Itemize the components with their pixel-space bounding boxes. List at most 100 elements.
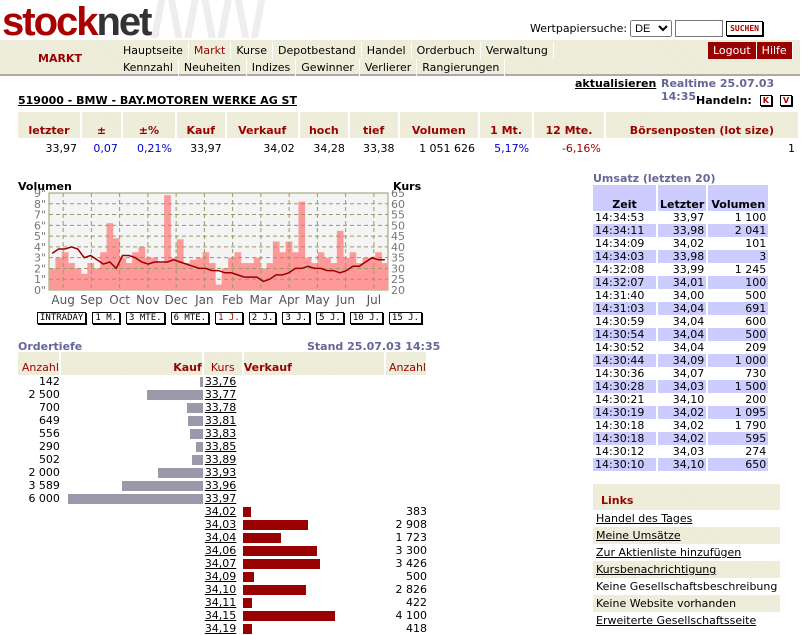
nav-item-indizes[interactable]: Indizes <box>247 59 297 76</box>
timeframe-6-mte[interactable]: 6 MTE. <box>170 312 210 324</box>
ask-price-link[interactable]: 34,19 <box>203 622 243 635</box>
ask-qty: 500 <box>406 570 427 583</box>
volume-bar <box>125 263 133 290</box>
ask-price-link[interactable]: 34,03 <box>203 518 243 531</box>
security-id-link[interactable]: 519000 - BMW <box>18 94 108 107</box>
nav-item-handel[interactable]: Handel <box>362 42 412 59</box>
bid-qty: 6 000 <box>28 492 60 505</box>
trade-time: 14:30:21 <box>593 393 658 406</box>
ask-row: 34,04 1 723 <box>18 531 427 544</box>
nav-item-kennzahl[interactable]: Kennzahl <box>118 59 179 76</box>
quote-header: tief <box>348 112 400 138</box>
nav-item-verwaltung[interactable]: Verwaltung <box>481 42 554 59</box>
ask-price-link[interactable]: 34,04 <box>203 531 243 544</box>
link-zur-aktienliste-hinzuf-gen[interactable]: Zur Aktienliste hinzufügen <box>593 544 780 561</box>
trade-time: 14:32:08 <box>593 263 658 276</box>
country-select[interactable]: DE <box>630 20 673 37</box>
nav-item-kurse[interactable]: Kurse <box>231 42 274 59</box>
volume-bar <box>356 263 363 290</box>
trade-price: 34,10 <box>657 458 709 471</box>
logo[interactable]: stocknet. <box>2 0 162 45</box>
volume-tick: 9" <box>34 190 46 200</box>
ask-price-link[interactable]: 34,09 <box>203 570 243 583</box>
timeframe-3-mte[interactable]: 3 MTE. <box>126 312 165 324</box>
nav-item-orderbuch[interactable]: Orderbuch <box>412 42 481 59</box>
volume-bar <box>80 273 88 290</box>
volume-bar <box>196 257 203 290</box>
ask-price-link[interactable]: 34,02 <box>203 505 243 518</box>
timeframe-3-j[interactable]: 3 J. <box>282 312 311 324</box>
trade-price: 34,00 <box>657 289 709 302</box>
ask-row: 34,09 500 <box>18 570 427 583</box>
trade-actions: Handeln: K V <box>696 94 793 107</box>
volume-bar <box>87 263 95 290</box>
link-kursbenachrichtigung[interactable]: Kursbenachrichtigung <box>593 561 780 578</box>
bid-price-link[interactable]: 33,81 <box>203 414 243 427</box>
bid-price-link[interactable]: 33,78 <box>203 401 243 414</box>
bid-price-link[interactable]: 33,93 <box>203 466 243 479</box>
volume-bar <box>304 257 312 290</box>
nav-item-hauptseite[interactable]: Hauptseite <box>118 42 189 59</box>
col-price: Kurs <box>202 352 244 375</box>
bid-price-link[interactable]: 33,89 <box>203 453 243 466</box>
orderbook-table: Anzahl Kauf Kurs Verkauf Anzahl 142 33,76… <box>18 352 428 635</box>
ask-price-link[interactable]: 34,10 <box>203 583 243 596</box>
month-tick: Jan <box>194 293 214 307</box>
ask-bar <box>242 533 282 543</box>
quote-value: 0,21% <box>136 141 172 155</box>
trade-time: 14:34:09 <box>593 237 658 250</box>
bid-qty: 556 <box>38 427 60 440</box>
quote-value: 1 <box>788 141 795 155</box>
ask-price-link[interactable]: 34,11 <box>203 596 243 609</box>
month-tick: May <box>305 293 330 307</box>
sell-button[interactable]: V <box>780 95 793 106</box>
trade-time: 14:34:03 <box>593 250 658 263</box>
ask-price-link[interactable]: 34,06 <box>203 544 243 557</box>
refresh-link[interactable]: aktualisieren <box>575 77 656 90</box>
link-erweiterte-gesellschaftsseite[interactable]: Erweiterte Gesellschaftsseite <box>593 612 780 629</box>
help-button[interactable]: Hilfe <box>756 42 793 59</box>
nav-item-rangierungen[interactable]: Rangierungen <box>417 59 506 76</box>
security-name-link[interactable]: BAY.MOTOREN WERKE AG ST <box>120 94 297 107</box>
trade-time: 14:31:03 <box>593 302 658 315</box>
timeframe-15-j[interactable]: 15 J. <box>388 312 423 324</box>
nav-item-depotbestand[interactable]: Depotbestand <box>273 42 362 59</box>
trade-volume: 500 <box>707 289 771 302</box>
trade-volume: 1 095 <box>707 406 771 419</box>
trade-volume: 691 <box>707 302 771 315</box>
logout-button[interactable]: Logout <box>708 42 757 59</box>
link-meine-ums-tze[interactable]: Meine Umsätze <box>593 527 780 544</box>
ask-price-link[interactable]: 34,15 <box>203 609 243 622</box>
timeframe-5-j[interactable]: 5 J. <box>316 312 344 324</box>
ask-row: 34,10 2 826 <box>18 583 427 596</box>
bid-price-link[interactable]: 33,85 <box>203 440 243 453</box>
timeframe-1-j[interactable]: 1 J. <box>215 312 243 324</box>
ask-price-link[interactable]: 34,07 <box>203 557 243 570</box>
buy-button[interactable]: K <box>759 95 772 106</box>
search-button[interactable]: SUCHEN <box>726 21 763 36</box>
bid-price-link[interactable]: 33,76 <box>203 375 243 388</box>
trade-row: 14:31:03 34,04 691 <box>593 302 771 315</box>
nav-item-neuheiten[interactable]: Neuheiten <box>179 59 247 76</box>
nav-item-gewinner[interactable]: Gewinner <box>296 59 360 76</box>
month-tick: Feb <box>222 293 243 307</box>
quote-value: 34,02 <box>263 141 295 155</box>
volume-bar <box>157 263 165 290</box>
timeframe-10-j[interactable]: 10 J. <box>349 312 383 324</box>
bid-price-link[interactable]: 33,83 <box>203 427 243 440</box>
link-handel-des-tages[interactable]: Handel des Tages <box>593 510 780 527</box>
col-ask: Verkauf <box>242 352 387 375</box>
nav-item-verlierer[interactable]: Verlierer <box>360 59 418 76</box>
bid-price-link[interactable]: 33,97 <box>203 492 243 505</box>
timeframe-1-m[interactable]: 1 M. <box>92 312 121 324</box>
volume-bar <box>55 257 63 290</box>
col-last: Letzter <box>657 185 709 211</box>
timeframe-2-j[interactable]: 2 J. <box>248 312 277 324</box>
quote-value: 33,97 <box>190 141 222 155</box>
bid-price-link[interactable]: 33,77 <box>203 388 243 401</box>
nav-item-markt[interactable]: Markt <box>189 42 232 59</box>
bid-price-link[interactable]: 33,96 <box>203 479 243 492</box>
ask-bar <box>242 611 335 621</box>
timeframe-intraday[interactable]: INTRADAY <box>37 312 87 324</box>
search-input[interactable] <box>675 20 724 37</box>
